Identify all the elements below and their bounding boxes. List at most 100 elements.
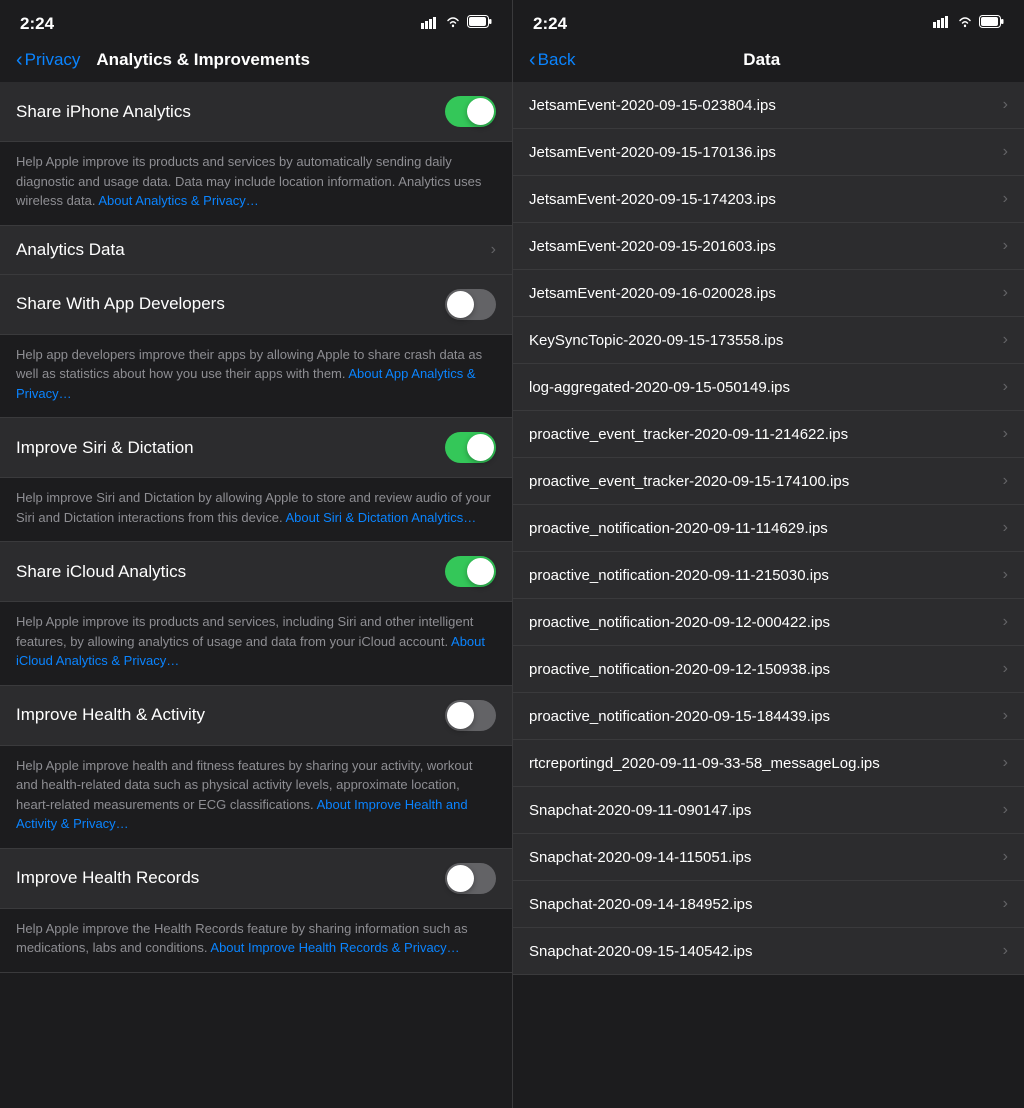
share-iphone-analytics-toggle[interactable] — [445, 96, 496, 127]
right-panel: 2:24 ‹ Back Data JetsamEvent-2020-09-15-… — [512, 0, 1024, 1108]
list-item-chevron-icon: › — [1003, 942, 1008, 960]
list-item-label: proactive_notification-2020-09-12-150938… — [529, 661, 995, 678]
list-item-chevron-icon: › — [1003, 660, 1008, 678]
share-app-developers-link[interactable]: About App Analytics & Privacy… — [16, 366, 476, 401]
list-item[interactable]: proactive_notification-2020-09-12-150938… — [513, 646, 1024, 693]
list-item-chevron-icon: › — [1003, 519, 1008, 537]
share-icloud-thumb — [467, 558, 494, 585]
list-item[interactable]: KeySyncTopic-2020-09-15-173558.ips› — [513, 317, 1024, 364]
list-item[interactable]: proactive_notification-2020-09-11-215030… — [513, 552, 1024, 599]
improve-health-records-link[interactable]: About Improve Health Records & Privacy… — [210, 940, 459, 955]
left-nav-bar: ‹ Privacy Analytics & Improvements — [0, 42, 512, 82]
share-iphone-analytics-link[interactable]: About Analytics & Privacy… — [98, 193, 258, 208]
left-signal-icon — [421, 16, 439, 32]
list-item-label: proactive_notification-2020-09-11-215030… — [529, 567, 995, 584]
share-icloud-row[interactable]: Share iCloud Analytics — [0, 542, 512, 602]
list-item-label: proactive_notification-2020-09-15-184439… — [529, 708, 995, 725]
left-status-bar: 2:24 — [0, 0, 512, 42]
share-icloud-link[interactable]: About iCloud Analytics & Privacy… — [16, 634, 485, 669]
improve-health-records-thumb — [447, 865, 474, 892]
improve-health-records-toggle[interactable] — [445, 863, 496, 894]
share-iphone-analytics-description: Help Apple improve its products and serv… — [0, 142, 512, 226]
improve-health-row[interactable]: Improve Health & Activity — [0, 686, 512, 746]
improve-siri-description: Help improve Siri and Dictation by allow… — [0, 478, 512, 542]
improve-siri-row[interactable]: Improve Siri & Dictation — [0, 418, 512, 478]
list-item[interactable]: Snapchat-2020-09-11-090147.ips› — [513, 787, 1024, 834]
list-item-label: Snapchat-2020-09-14-115051.ips — [529, 849, 995, 866]
list-item[interactable]: JetsamEvent-2020-09-16-020028.ips› — [513, 270, 1024, 317]
list-item[interactable]: JetsamEvent-2020-09-15-201603.ips› — [513, 223, 1024, 270]
list-item-chevron-icon: › — [1003, 96, 1008, 114]
list-item[interactable]: log-aggregated-2020-09-15-050149.ips › — [513, 364, 1024, 411]
left-time: 2:24 — [20, 14, 54, 34]
analytics-data-row[interactable]: Analytics Data › — [0, 226, 512, 275]
share-iphone-analytics-row[interactable]: Share iPhone Analytics — [0, 82, 512, 142]
right-wifi-icon — [957, 15, 973, 33]
left-back-label: Privacy — [25, 50, 81, 70]
improve-siri-label: Improve Siri & Dictation — [16, 438, 445, 458]
list-item[interactable]: JetsamEvent-2020-09-15-023804.ips› — [513, 82, 1024, 129]
list-item-chevron-icon: › — [1003, 143, 1008, 161]
improve-health-label: Improve Health & Activity — [16, 705, 445, 725]
right-battery-icon — [979, 15, 1004, 33]
improve-siri-toggle[interactable] — [445, 432, 496, 463]
right-signal-icon — [933, 15, 951, 33]
left-status-icons — [421, 15, 492, 33]
share-app-developers-row[interactable]: Share With App Developers — [0, 275, 512, 335]
list-item-chevron-icon: › — [1003, 895, 1008, 913]
list-item-label: rtcreportingd_2020-09-11-09-33-58_messag… — [529, 755, 995, 772]
list-item-label: proactive_notification-2020-09-12-000422… — [529, 614, 995, 631]
list-item-chevron-icon: › — [1003, 707, 1008, 725]
list-item-chevron-icon: › — [1003, 378, 1008, 396]
share-icloud-toggle[interactable] — [445, 556, 496, 587]
right-status-icons — [933, 15, 1004, 33]
share-iphone-analytics-label: Share iPhone Analytics — [16, 102, 445, 122]
list-item[interactable]: proactive_notification-2020-09-12-000422… — [513, 599, 1024, 646]
left-battery-icon — [467, 15, 492, 33]
improve-siri-link[interactable]: About Siri & Dictation Analytics… — [286, 510, 477, 525]
list-item[interactable]: Snapchat-2020-09-14-115051.ips › — [513, 834, 1024, 881]
analytics-data-chevron-icon: › — [491, 241, 496, 259]
list-item-chevron-icon: › — [1003, 472, 1008, 490]
list-item-chevron-icon: › — [1003, 237, 1008, 255]
list-item[interactable]: proactive_event_tracker-2020-09-11-21462… — [513, 411, 1024, 458]
left-back-button[interactable]: ‹ Privacy — [16, 50, 80, 70]
improve-health-toggle[interactable] — [445, 700, 496, 731]
list-item-label: JetsamEvent-2020-09-15-170136.ips — [529, 144, 995, 161]
list-item[interactable]: rtcreportingd_2020-09-11-09-33-58_messag… — [513, 740, 1024, 787]
improve-siri-text: Help improve Siri and Dictation by allow… — [16, 490, 491, 525]
list-item-chevron-icon: › — [1003, 425, 1008, 443]
list-item[interactable]: proactive_notification-2020-09-11-114629… — [513, 505, 1024, 552]
improve-health-records-row[interactable]: Improve Health Records — [0, 849, 512, 909]
share-app-developers-text: Help app developers improve their apps b… — [16, 347, 482, 401]
share-app-developers-toggle[interactable] — [445, 289, 496, 320]
list-item-label: KeySyncTopic-2020-09-15-173558.ips — [529, 332, 995, 349]
right-status-bar: 2:24 — [513, 0, 1024, 42]
data-file-list: JetsamEvent-2020-09-15-023804.ips›Jetsam… — [513, 82, 1024, 1108]
list-item-label: JetsamEvent-2020-09-15-174203.ips — [529, 191, 995, 208]
left-back-chevron-icon: ‹ — [16, 50, 23, 70]
right-nav-bar: ‹ Back Data — [513, 42, 1024, 82]
improve-health-link[interactable]: About Improve Health and Activity & Priv… — [16, 797, 468, 832]
share-iphone-analytics-thumb — [467, 98, 494, 125]
improve-health-records-text: Help Apple improve the Health Records fe… — [16, 921, 468, 956]
list-item-chevron-icon: › — [1003, 284, 1008, 302]
list-item-label: proactive_event_tracker-2020-09-15-17410… — [529, 473, 995, 490]
list-item-chevron-icon: › — [1003, 801, 1008, 819]
list-item[interactable]: Snapchat-2020-09-14-184952.ips› — [513, 881, 1024, 928]
list-item[interactable]: Snapchat-2020-09-15-140542.ips› — [513, 928, 1024, 975]
improve-health-description: Help Apple improve health and fitness fe… — [0, 746, 512, 849]
list-item[interactable]: JetsamEvent-2020-09-15-174203.ips› — [513, 176, 1024, 223]
share-app-developers-description: Help app developers improve their apps b… — [0, 335, 512, 419]
improve-siri-thumb — [467, 434, 494, 461]
list-item[interactable]: proactive_event_tracker-2020-09-15-17410… — [513, 458, 1024, 505]
list-item-label: log-aggregated-2020-09-15-050149.ips — [529, 379, 995, 396]
list-item[interactable]: JetsamEvent-2020-09-15-170136.ips › — [513, 129, 1024, 176]
list-item-chevron-icon: › — [1003, 754, 1008, 772]
share-iphone-analytics-text: Help Apple improve its products and serv… — [16, 154, 481, 208]
left-wifi-icon — [445, 15, 461, 33]
list-item-chevron-icon: › — [1003, 848, 1008, 866]
share-app-developers-thumb — [447, 291, 474, 318]
list-item[interactable]: proactive_notification-2020-09-15-184439… — [513, 693, 1024, 740]
list-item-label: proactive_notification-2020-09-11-114629… — [529, 520, 995, 537]
